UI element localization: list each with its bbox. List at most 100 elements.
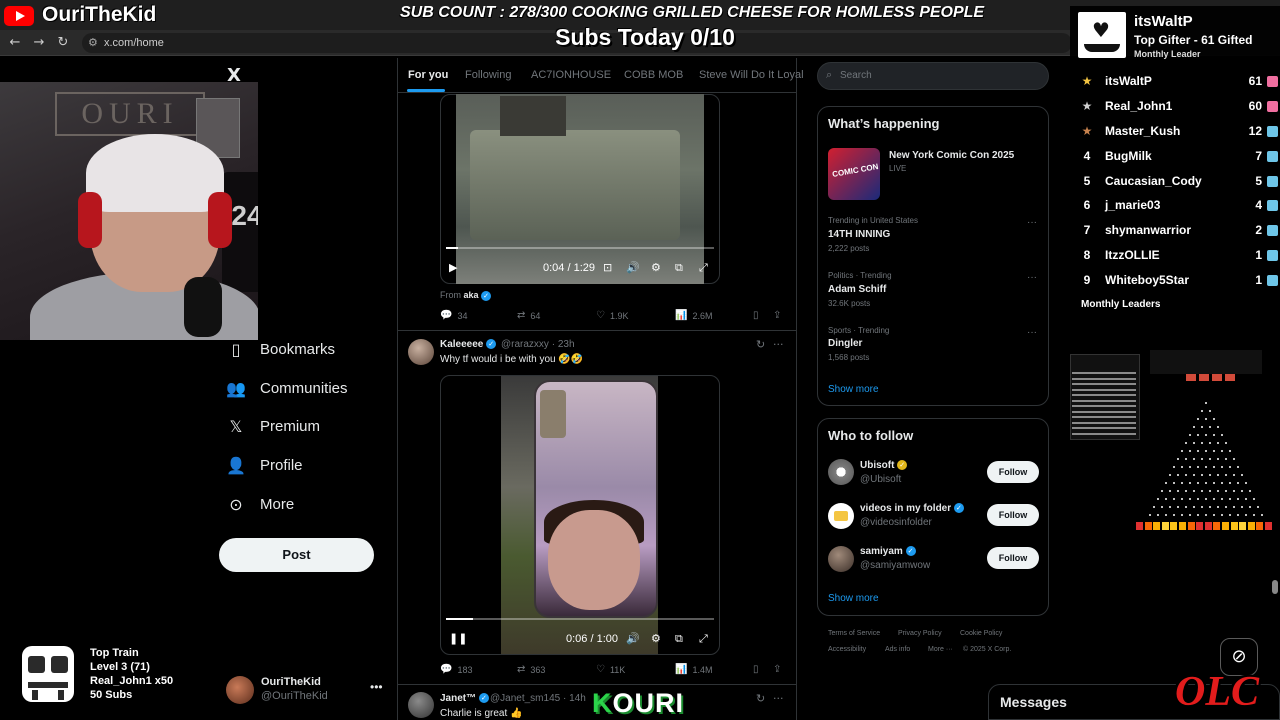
headphone-right xyxy=(208,192,232,248)
from-handle[interactable]: aka xyxy=(464,290,479,300)
follow-handle[interactable]: @videosinfolder xyxy=(860,517,932,528)
tab-steve-will-do-it[interactable]: Steve Will Do It Loyal xyxy=(699,69,804,81)
post-more-icon[interactable]: ··· xyxy=(773,338,784,351)
messages-title[interactable]: Messages xyxy=(1000,694,1067,710)
pause-icon[interactable]: ❚❚ xyxy=(449,632,467,645)
post2-author[interactable]: Kaleeeee ✓ xyxy=(440,339,497,350)
reload-icon[interactable]: ↻ xyxy=(54,34,72,52)
scrollbar-thumb[interactable] xyxy=(1272,580,1278,594)
post2-likes[interactable]: ♡ 11K xyxy=(596,664,625,675)
settings-icon[interactable]: ⚙ xyxy=(651,261,661,274)
captions-icon[interactable]: ⊡ xyxy=(603,261,612,274)
plinko-peg xyxy=(1201,458,1203,460)
tab-ac7ionhouse[interactable]: AC7IONHOUSE xyxy=(531,69,611,81)
ubisoft-avatar[interactable] xyxy=(828,459,854,485)
post1-video-progress[interactable] xyxy=(446,247,714,249)
pip-icon[interactable]: ⧉ xyxy=(675,261,683,275)
play-icon[interactable]: ▶ xyxy=(449,261,457,274)
bookmark-icon[interactable]: ▯ xyxy=(753,664,759,675)
post3-avatar[interactable] xyxy=(408,692,434,718)
folder-avatar[interactable] xyxy=(828,503,854,529)
follow-button[interactable]: Follow xyxy=(987,504,1039,526)
leader-rank: 7 xyxy=(1083,223,1091,237)
train-icon xyxy=(22,646,74,702)
post1-views[interactable]: 📊 2.6M xyxy=(675,310,712,321)
tab-following[interactable]: Following xyxy=(465,69,511,81)
fullscreen-icon[interactable]: ⤢ xyxy=(699,261,708,275)
trend-more-icon[interactable]: ··· xyxy=(1027,217,1037,228)
samiyam-avatar[interactable] xyxy=(828,546,854,572)
volume-icon[interactable]: 🔊 xyxy=(626,632,640,645)
follow-name[interactable]: Ubisoft ✓ xyxy=(860,460,908,471)
event-thumbnail[interactable]: COMIC CON xyxy=(828,148,880,200)
account-avatar[interactable] xyxy=(226,676,254,704)
grok-icon[interactable]: ↻ xyxy=(756,338,765,351)
account-name[interactable]: OuriTheKid xyxy=(261,676,321,688)
fullscreen-icon[interactable]: ⤢ xyxy=(699,632,708,646)
post2-avatar[interactable] xyxy=(408,339,434,365)
post3-handle[interactable]: @Janet_sm145 · 14h xyxy=(490,693,586,704)
nav-bookmarks[interactable]: ▯ Bookmarks xyxy=(226,336,335,362)
pip-icon[interactable]: ⧉ xyxy=(675,632,683,646)
follow-handle[interactable]: @Ubisoft xyxy=(860,474,901,485)
post1-reposts[interactable]: ⇄ 64 xyxy=(517,310,540,321)
post1-likes[interactable]: ♡ 1.9K xyxy=(596,310,628,321)
footer-link-terms[interactable]: Terms of Service xyxy=(828,630,880,637)
follow-name[interactable]: videos in my folder ✓ xyxy=(860,503,964,514)
event-name[interactable]: New York Comic Con 2025 xyxy=(889,150,1014,161)
high-score-row xyxy=(1072,432,1136,435)
search-placeholder[interactable]: Search xyxy=(840,70,872,81)
post-more-icon[interactable]: ··· xyxy=(773,692,784,705)
trend-name[interactable]: Dingler xyxy=(828,338,862,349)
forward-arrow-icon[interactable]: → xyxy=(30,34,48,52)
trend-more-icon[interactable]: ··· xyxy=(1027,272,1037,283)
trend-name[interactable]: Adam Schiff xyxy=(828,284,886,295)
plinko-bucket xyxy=(1196,522,1204,530)
post2-reposts[interactable]: ⇄ 363 xyxy=(517,664,545,675)
post2-views[interactable]: 📊 1.4M xyxy=(675,664,712,675)
post2-replies[interactable]: 💬 183 xyxy=(440,664,472,675)
follow-handle[interactable]: @samiyamwow xyxy=(860,560,930,571)
post3-author[interactable]: Janet™ ✓ xyxy=(440,693,489,704)
plinko-peg xyxy=(1205,498,1207,500)
bookmark-icon[interactable]: ▯ xyxy=(753,310,759,321)
nav-profile[interactable]: 👤 Profile xyxy=(226,452,303,478)
nav-communities[interactable]: 👥 Communities xyxy=(226,375,348,401)
account-handle[interactable]: @OuriTheKid xyxy=(261,690,328,702)
trend-name[interactable]: 14TH INNING xyxy=(828,229,890,240)
follow-name[interactable]: samiyam ✓ xyxy=(860,546,916,557)
trends-show-more[interactable]: Show more xyxy=(828,384,879,395)
plinko-peg xyxy=(1221,466,1223,468)
post2-video-progress[interactable] xyxy=(446,618,714,620)
volume-icon[interactable]: 🔊 xyxy=(626,261,640,274)
post-button[interactable]: Post xyxy=(219,538,374,572)
plinko-peg xyxy=(1225,490,1227,492)
nav-more[interactable]: ⊙ More xyxy=(226,491,294,517)
footer-link-privacy[interactable]: Privacy Policy xyxy=(898,630,942,637)
account-more-icon[interactable]: ••• xyxy=(370,680,383,694)
footer-link-more[interactable]: More ··· xyxy=(928,646,953,653)
leader-count: 1 xyxy=(1255,273,1262,287)
footer-copyright: © 2025 X Corp. xyxy=(963,646,1012,653)
back-arrow-icon[interactable]: ← xyxy=(6,34,24,52)
footer-link-ads[interactable]: Ads info xyxy=(885,646,910,653)
url-text[interactable]: x.com/home xyxy=(104,37,164,49)
tab-for-you[interactable]: For you xyxy=(408,69,448,81)
follow-button[interactable]: Follow xyxy=(987,547,1039,569)
tab-cobb-mob[interactable]: COBB MOB xyxy=(624,69,683,81)
trend-more-icon[interactable]: ··· xyxy=(1027,327,1037,338)
post2-handle[interactable]: @rarazxxy · 23h xyxy=(501,339,575,350)
share-icon[interactable]: ⇪ xyxy=(773,664,781,675)
follow-show-more[interactable]: Show more xyxy=(828,593,879,604)
footer-link-cookies[interactable]: Cookie Policy xyxy=(960,630,1002,637)
nav-premium[interactable]: 𝕏 Premium xyxy=(226,413,320,439)
footer-link-accessibility[interactable]: Accessibility xyxy=(828,646,866,653)
follow-button[interactable]: Follow xyxy=(987,461,1039,483)
subs-today-counter: Subs Today 0/10 xyxy=(555,24,735,50)
share-icon[interactable]: ⇪ xyxy=(773,310,781,321)
settings-icon[interactable]: ⚙ xyxy=(651,632,661,645)
grok-icon[interactable]: ↻ xyxy=(756,692,765,705)
post1-replies[interactable]: 💬 34 xyxy=(440,310,467,321)
site-info-icon[interactable]: ⚙ xyxy=(88,36,98,49)
plinko-peg xyxy=(1165,482,1167,484)
